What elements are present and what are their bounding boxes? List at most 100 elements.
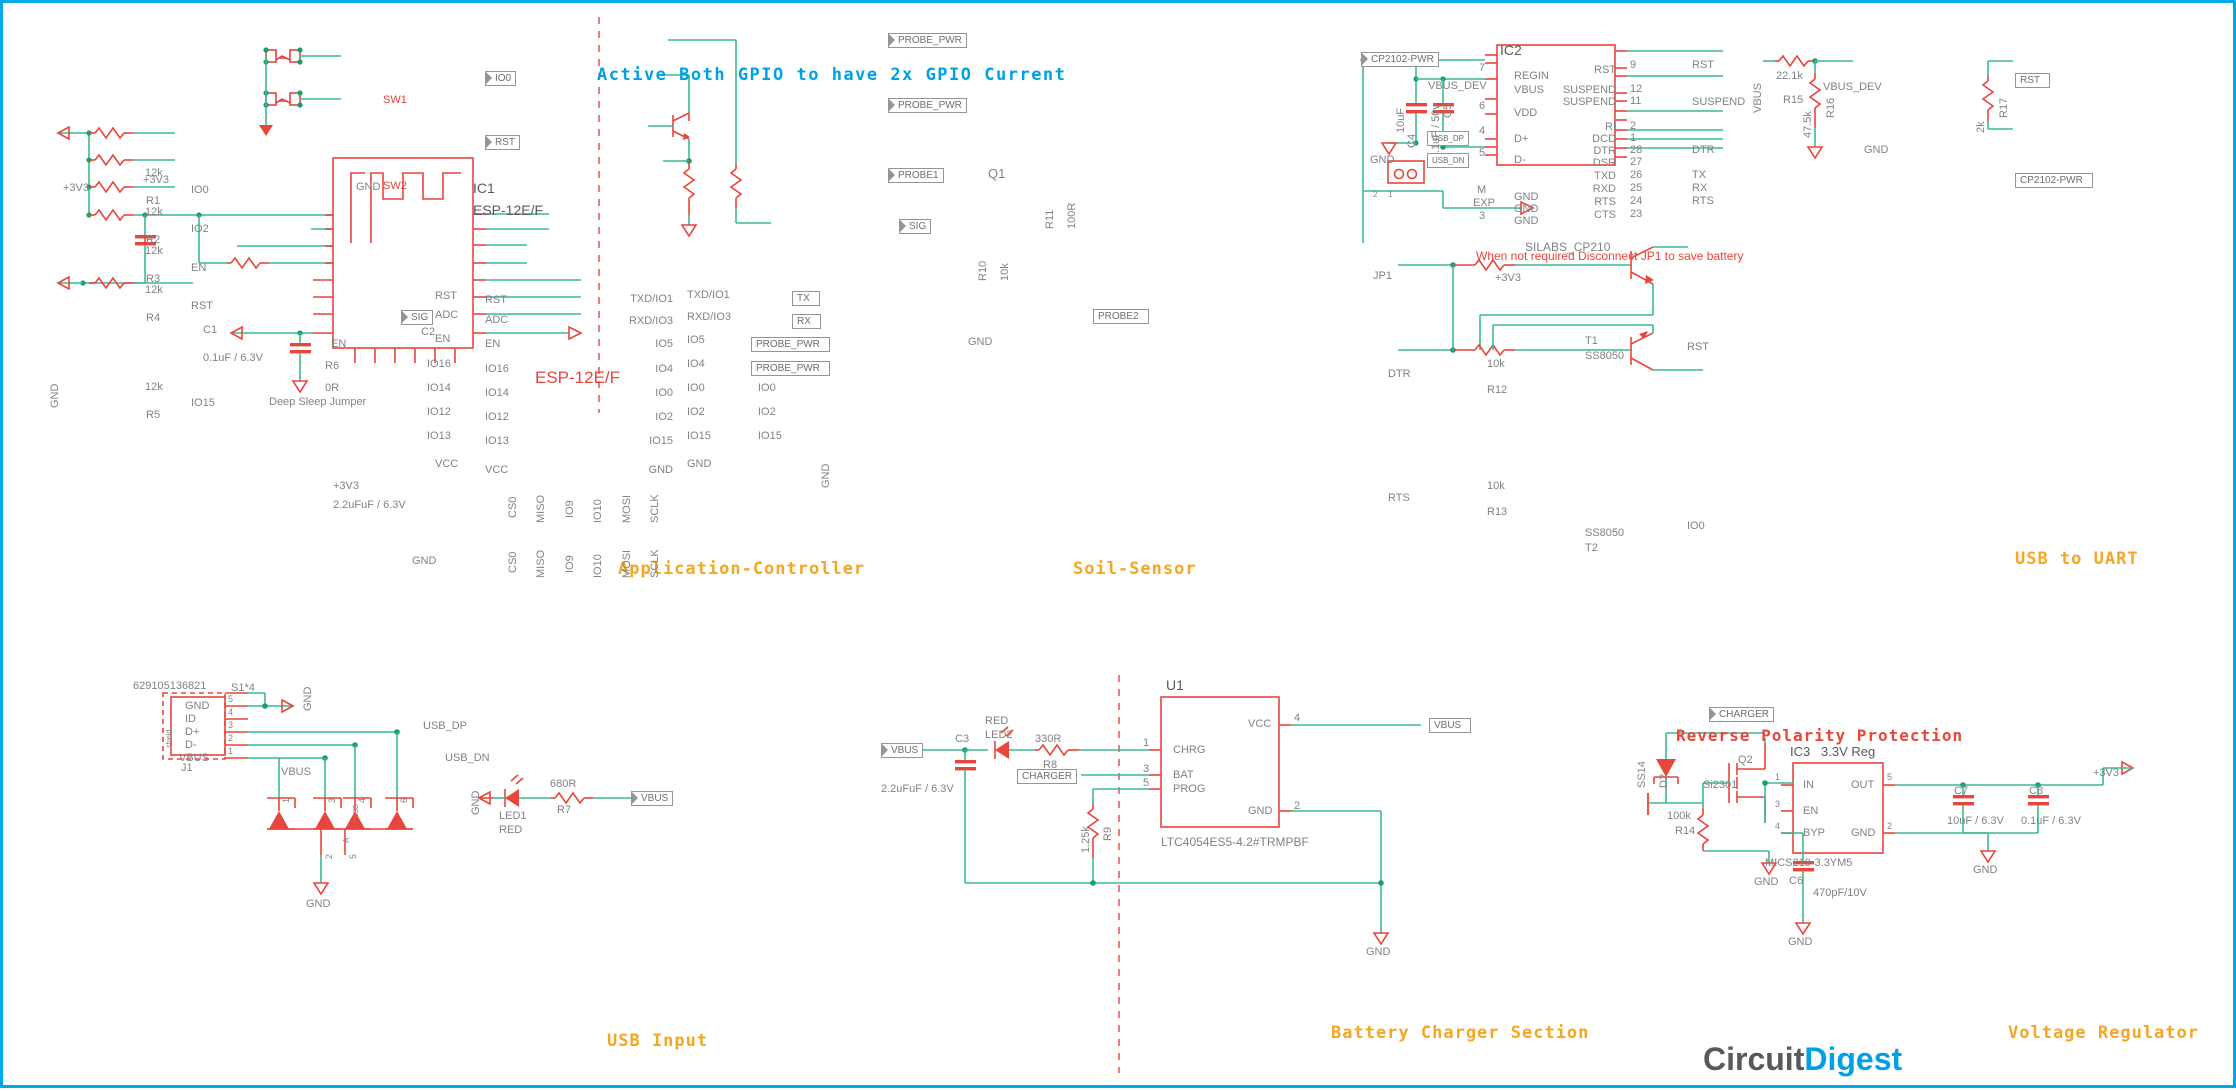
ic1-pin-io10: IO10 bbox=[593, 499, 604, 523]
flag-sig[interactable]: SIG bbox=[401, 310, 433, 325]
flag-probe-pwr-2[interactable]: PROBE_PWR bbox=[751, 361, 830, 376]
ic1-net-io13: IO13 bbox=[427, 431, 451, 442]
j1-pin-id: ID bbox=[185, 714, 196, 725]
r16-ref: R16 bbox=[1826, 98, 1837, 118]
ic1-pin-en: EN bbox=[485, 339, 500, 350]
j1-pinnum-1: 1 bbox=[228, 747, 233, 756]
r2-value: 12k bbox=[145, 207, 163, 218]
r10-ref: R10 bbox=[978, 261, 989, 281]
flag-probe-pwr-1[interactable]: PROBE_PWR bbox=[751, 337, 830, 352]
ic2-pin-dcd: DCD bbox=[1576, 134, 1616, 145]
section-title-usb-to-uart: USB to UART bbox=[2015, 549, 2139, 569]
power-3v3-vcc: +3V3 bbox=[333, 481, 359, 492]
ic2-pinnum-exp: EXP bbox=[1473, 198, 1495, 209]
ic1-pin-io0: IO0 bbox=[615, 388, 673, 399]
ic2-net-rx: RX bbox=[1692, 183, 1707, 194]
r13-value: 10k bbox=[1487, 481, 1505, 492]
c8-value: 0.1uF / 6.3V bbox=[2021, 816, 2081, 827]
flag-probe-pwr-soil-1[interactable]: PROBE_PWR bbox=[888, 33, 967, 48]
u1-pin-vcc: VCC bbox=[1248, 719, 1271, 730]
r12-value: 10k bbox=[1487, 359, 1505, 370]
u1-pin-gnd: GND bbox=[1248, 806, 1272, 817]
ic1-ref: IC1 bbox=[473, 181, 495, 195]
ic1-net-txd: TXD/IO1 bbox=[687, 290, 730, 301]
ic2-net-usb-dn: USB_DN bbox=[1427, 153, 1469, 168]
ic1-pin-io12: IO12 bbox=[485, 412, 509, 423]
net-vbus-dev-r15: VBUS_DEV bbox=[1823, 82, 1882, 93]
net-vbus-r15: VBUS bbox=[1753, 83, 1764, 113]
ic2-net-suspend: SUSPEND bbox=[1692, 97, 1745, 108]
flag-cp2102-pwr-r17[interactable]: CP2102-PWR bbox=[2015, 173, 2093, 188]
r17-value: 2k bbox=[1976, 121, 1987, 133]
gnd-ic1-right: GND bbox=[821, 464, 832, 488]
ic1-net-sclk: SCLK bbox=[650, 549, 661, 578]
ic1-net-io9: IO9 bbox=[565, 555, 576, 573]
flag-vbus-led[interactable]: VBUS bbox=[631, 791, 673, 806]
flag-rst-r17[interactable]: RST bbox=[2015, 73, 2050, 88]
flag-cp2102-pwr[interactable]: CP2102-PWR bbox=[1361, 52, 1439, 67]
ic2-pin-cts: CTS bbox=[1576, 210, 1616, 221]
r16-value: 47.5k bbox=[1803, 111, 1814, 138]
ic2-pin-gnd2: GND bbox=[1514, 204, 1538, 215]
flag-sig-soil[interactable]: SIG bbox=[899, 219, 931, 234]
flag-rx[interactable]: RX bbox=[792, 314, 821, 329]
reverse-polarity-title: Reverse Polarity Protection bbox=[1676, 726, 1963, 745]
ic2-pinnum-7: 7 bbox=[1479, 63, 1485, 74]
ic1-net-adc: ADC bbox=[435, 310, 458, 321]
net-rts-t2: RTS bbox=[1388, 493, 1410, 504]
gnd-r5: GND bbox=[50, 384, 61, 408]
flag-io0[interactable]: IO0 bbox=[485, 71, 516, 86]
ic3-title: 3.3V Reg bbox=[1821, 745, 1875, 758]
r10-value: 10k bbox=[1000, 263, 1011, 281]
flag-charger[interactable]: CHARGER bbox=[1017, 769, 1077, 784]
ic3-pin-gnd: GND bbox=[1851, 828, 1875, 839]
gnd-ic2: GND bbox=[1370, 155, 1394, 166]
ic3-name: MICS219-3.3YM5 bbox=[1765, 858, 1852, 869]
ic1-net-rst: RST bbox=[435, 291, 457, 302]
flag-vbus-charger-out[interactable]: VBUS bbox=[1429, 718, 1471, 733]
net-io0-t2: IO0 bbox=[1687, 521, 1705, 532]
ic3-ref: IC3 bbox=[1790, 745, 1810, 758]
flag-rst-sw[interactable]: RST bbox=[485, 135, 520, 150]
t2-name: SS8050 bbox=[1585, 528, 1624, 539]
gnd-soil: GND bbox=[968, 337, 992, 348]
flag-tx[interactable]: TX bbox=[792, 291, 820, 306]
ic1-pin-adc: ADC bbox=[485, 315, 508, 326]
sw2-ref: SW2 bbox=[383, 181, 407, 192]
j1-pin-vbus: VBUS bbox=[179, 753, 209, 764]
gnd-led1: GND bbox=[471, 791, 482, 815]
esd-label-pesd: PESD bbox=[353, 804, 360, 823]
flag-probe-pwr-soil-2[interactable]: PROBE_PWR bbox=[888, 98, 967, 113]
u1-pin-bat: BAT bbox=[1173, 770, 1194, 781]
flag-probe1[interactable]: PROBE1 bbox=[888, 168, 944, 183]
c8-ref: C8 bbox=[2029, 786, 2043, 797]
ic2-pin-dp: D+ bbox=[1514, 134, 1528, 145]
u1-pinnum-3: 3 bbox=[1143, 764, 1149, 775]
q2-name: Si2301 bbox=[1703, 780, 1737, 791]
ic1-pin-io9: IO9 bbox=[565, 500, 576, 518]
esd-label-a: A bbox=[343, 838, 351, 843]
j1-pinnum-3: 3 bbox=[228, 721, 233, 730]
flag-probe2[interactable]: PROBE2 bbox=[1093, 309, 1149, 324]
ic2-pinnum-5: 5 bbox=[1479, 148, 1485, 159]
u1-pinnum-1: 1 bbox=[1143, 738, 1149, 749]
esd-pin-6: 6 bbox=[400, 798, 409, 803]
ic1-net-io10: IO10 bbox=[593, 554, 604, 578]
ic2-pinnum-24: 24 bbox=[1630, 196, 1642, 207]
ic2-pin-gnd1: GND bbox=[1514, 192, 1538, 203]
ic2-pinnum-12: 12 bbox=[1630, 84, 1642, 95]
c5-value: .1uF / 50v bbox=[1431, 104, 1442, 153]
ic1-name: ESP-12E/F bbox=[473, 203, 543, 217]
ic2-pinnum-4: 4 bbox=[1479, 126, 1485, 137]
flag-charger-vreg[interactable]: CHARGER bbox=[1709, 707, 1774, 722]
esd-pin-3: 3 bbox=[328, 798, 337, 803]
ic3-pinnum-1: 1 bbox=[1775, 773, 1780, 782]
ic2-pinnum-2: 2 bbox=[1630, 121, 1636, 132]
ic2-pinnum-6: 6 bbox=[1479, 101, 1485, 112]
flag-vbus-charger-in[interactable]: VBUS bbox=[881, 743, 923, 758]
ic1-pin-mosi: MOSI bbox=[622, 495, 633, 523]
ic2-pin-vdd: VDD bbox=[1514, 108, 1537, 119]
r6-ref: R6 bbox=[325, 361, 339, 372]
ic2-pinnum-3: 3 bbox=[1479, 211, 1485, 222]
ic2-pin-ri: RI bbox=[1588, 122, 1616, 133]
